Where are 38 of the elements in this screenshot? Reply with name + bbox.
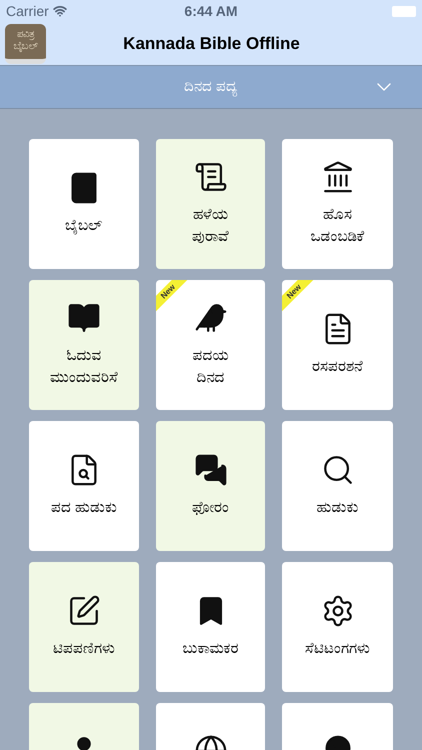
- battery-icon: [392, 6, 416, 16]
- open-book-icon: [67, 301, 101, 335]
- tile-label: ದಿನದ: [196, 368, 224, 388]
- app-icon-text: ಬೈಬಲ್: [14, 41, 38, 53]
- tile-label: ಹೊಸ: [323, 205, 352, 225]
- menu-tile[interactable]: ಪದ ಹುಡುಕು: [29, 421, 139, 551]
- tile-label: ಬೈಬಲ್: [65, 216, 103, 236]
- menu-tile[interactable]: ಸೆಟಿಟಂಗಗಳು: [282, 562, 393, 692]
- tile-label: ಪದಯ: [192, 346, 228, 366]
- menu-tile[interactable]: ಹಳೆಯ ಪುರಾವೆ: [156, 139, 265, 269]
- tile-label: ಹಳೆಯ: [193, 205, 228, 225]
- app-icon[interactable]: ಪವಿತ್ರ ಬೈಬಲ್: [5, 24, 46, 64]
- chat-bubbles-icon: [194, 453, 228, 487]
- edit-icon: [67, 594, 101, 628]
- tile-label: ಟಿಪಪಣಿಗಳು: [53, 639, 115, 659]
- wifi-icon: [52, 4, 67, 18]
- menu-tile[interactable]: ಬುಕಾಮಕರ: [156, 562, 265, 692]
- tile-label: ಪದ ಹುಡುಕು: [50, 498, 118, 518]
- app-icon-text: ಪವಿತ್ರ: [17, 29, 34, 41]
- tile-label: ಬುಕಾಮಕರ: [182, 639, 238, 659]
- tile-label: ಫೋರಂ: [192, 498, 229, 518]
- menu-tile[interactable]: ಹೊಸ ಒಡಂಬಡಿಕೆ: [282, 139, 393, 269]
- menu-tile[interactable]: ಹುಡುಕು: [282, 421, 393, 551]
- tile-label: ಹುಡುಕು: [316, 498, 358, 518]
- carrier-label: Carrier: [6, 2, 49, 20]
- scroll-icon: [194, 160, 228, 194]
- tile-label: ರಸಪರಶನೆ: [312, 357, 363, 377]
- menu-tile[interactable]: ಬೈಬಲ್: [29, 139, 139, 269]
- menu-tile[interactable]: ಟಿಪಪಣಿಗಳು: [29, 562, 139, 692]
- status-time: 6:44 AM: [184, 2, 238, 20]
- tile-label: ಪುರಾವೆ: [192, 227, 229, 247]
- tile-label: ಮುಂದುವರಿಸೆ: [50, 368, 118, 388]
- menu-tile[interactable]: ಓದುವ ಮುಂದುವರಿಸೆ: [29, 280, 139, 410]
- tile-label: ಸೆಟಿಟಂಗಗಳು: [305, 639, 370, 659]
- app-title: Kannada Bible Offline: [123, 32, 300, 55]
- tile-label: ಒಡಂಬಡಿಕೆ: [310, 227, 364, 247]
- tile-label: ಓದುವ: [66, 346, 102, 366]
- menu-tile[interactable]: ಫೋರಂ: [156, 421, 265, 551]
